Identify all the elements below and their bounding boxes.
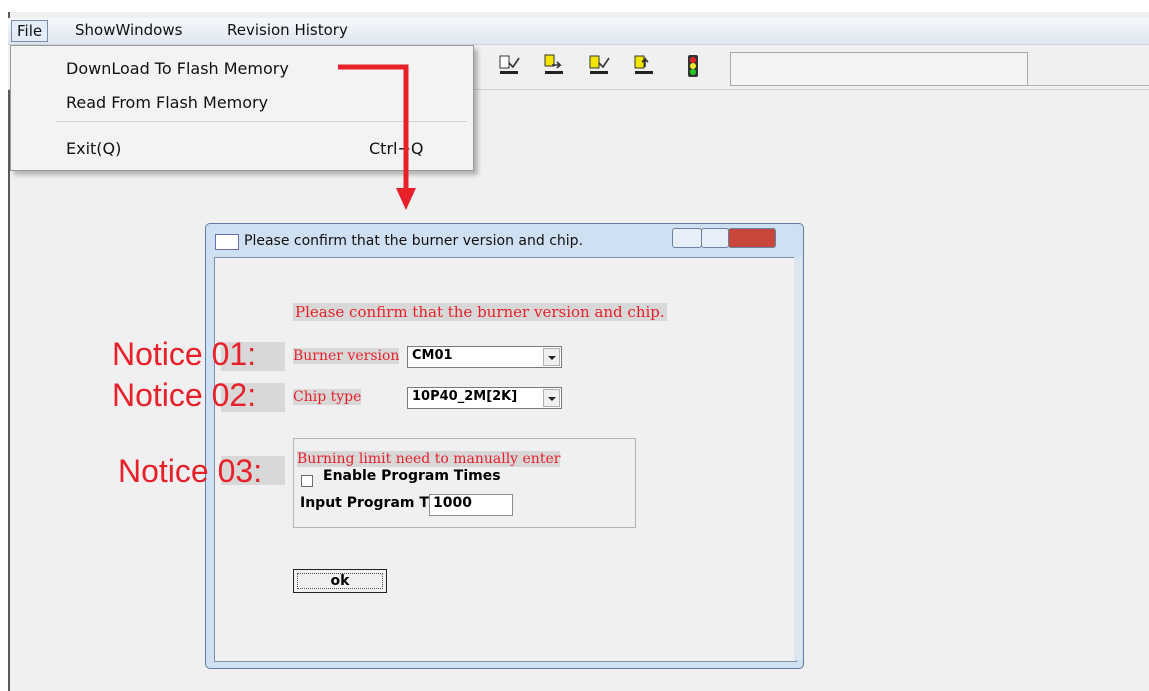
confirm-dialog: Please confirm that the burner version a… — [205, 223, 804, 669]
burner-version-value: CM01 — [412, 348, 453, 363]
minimize-icon[interactable] — [672, 228, 702, 248]
close-icon[interactable] — [728, 228, 776, 248]
menu-item-exit-shortcut: Ctrl+Q — [369, 139, 424, 158]
chip-type-label: Chip type — [293, 389, 362, 405]
notice-01-label: Notice 01: — [112, 336, 257, 372]
notice-02-label: Notice 02: — [112, 377, 257, 413]
burner-version-label: Burner version — [293, 348, 400, 364]
chip-type-select[interactable]: 10P40_2M[2K] — [407, 387, 562, 409]
maximize-icon[interactable] — [701, 228, 729, 248]
chevron-down-icon[interactable] — [543, 348, 560, 366]
dialog-edge — [794, 257, 802, 660]
chip-type-value: 10P40_2M[2K] — [412, 389, 518, 404]
upload-icon[interactable] — [633, 53, 655, 79]
input-program-times-label: Input Program T — [300, 495, 429, 511]
download-check-icon[interactable] — [498, 53, 520, 79]
menu-item-download-to-flash[interactable]: DownLoad To Flash Memory — [66, 59, 289, 78]
toolbar-divider — [1026, 85, 1149, 86]
app-icon — [215, 234, 239, 250]
menu-file[interactable]: File — [11, 20, 49, 42]
menu-item-read-from-flash[interactable]: Read From Flash Memory — [66, 93, 268, 112]
download-check-icon[interactable] — [588, 53, 610, 79]
enable-program-times-label: Enable Program Times — [323, 468, 501, 484]
chevron-down-icon[interactable] — [543, 389, 560, 407]
burner-version-select[interactable]: CM01 — [407, 346, 562, 368]
enable-program-times-checkbox[interactable] — [301, 475, 313, 487]
toolbar-panel — [730, 52, 1028, 86]
dialog-title: Please confirm that the burner version a… — [244, 233, 584, 249]
burning-limit-group: Burning limit need to manually enter Ena… — [293, 438, 636, 528]
copy-arrow-icon[interactable] — [543, 53, 565, 79]
traffic-light-icon[interactable] — [682, 53, 704, 79]
menu-revision-history[interactable]: Revision History — [222, 20, 353, 40]
ok-button[interactable]: ok — [293, 569, 387, 593]
file-menu-dropdown: DownLoad To Flash Memory Read From Flash… — [10, 45, 474, 171]
program-times-input[interactable]: 1000 — [429, 494, 513, 516]
burning-limit-label: Burning limit need to manually enter — [297, 451, 561, 467]
dialog-body: Please confirm that the burner version a… — [214, 257, 797, 662]
menu-separator — [56, 121, 467, 122]
menu-showwindows[interactable]: ShowWindows — [70, 20, 187, 40]
window-controls — [672, 228, 778, 248]
menu-bar: File ShowWindows Revision History — [8, 18, 1149, 45]
confirm-text: Please confirm that the burner version a… — [293, 303, 667, 321]
notice-03-label: Notice 03: — [118, 453, 263, 489]
menu-item-exit[interactable]: Exit(Q) — [66, 139, 121, 158]
